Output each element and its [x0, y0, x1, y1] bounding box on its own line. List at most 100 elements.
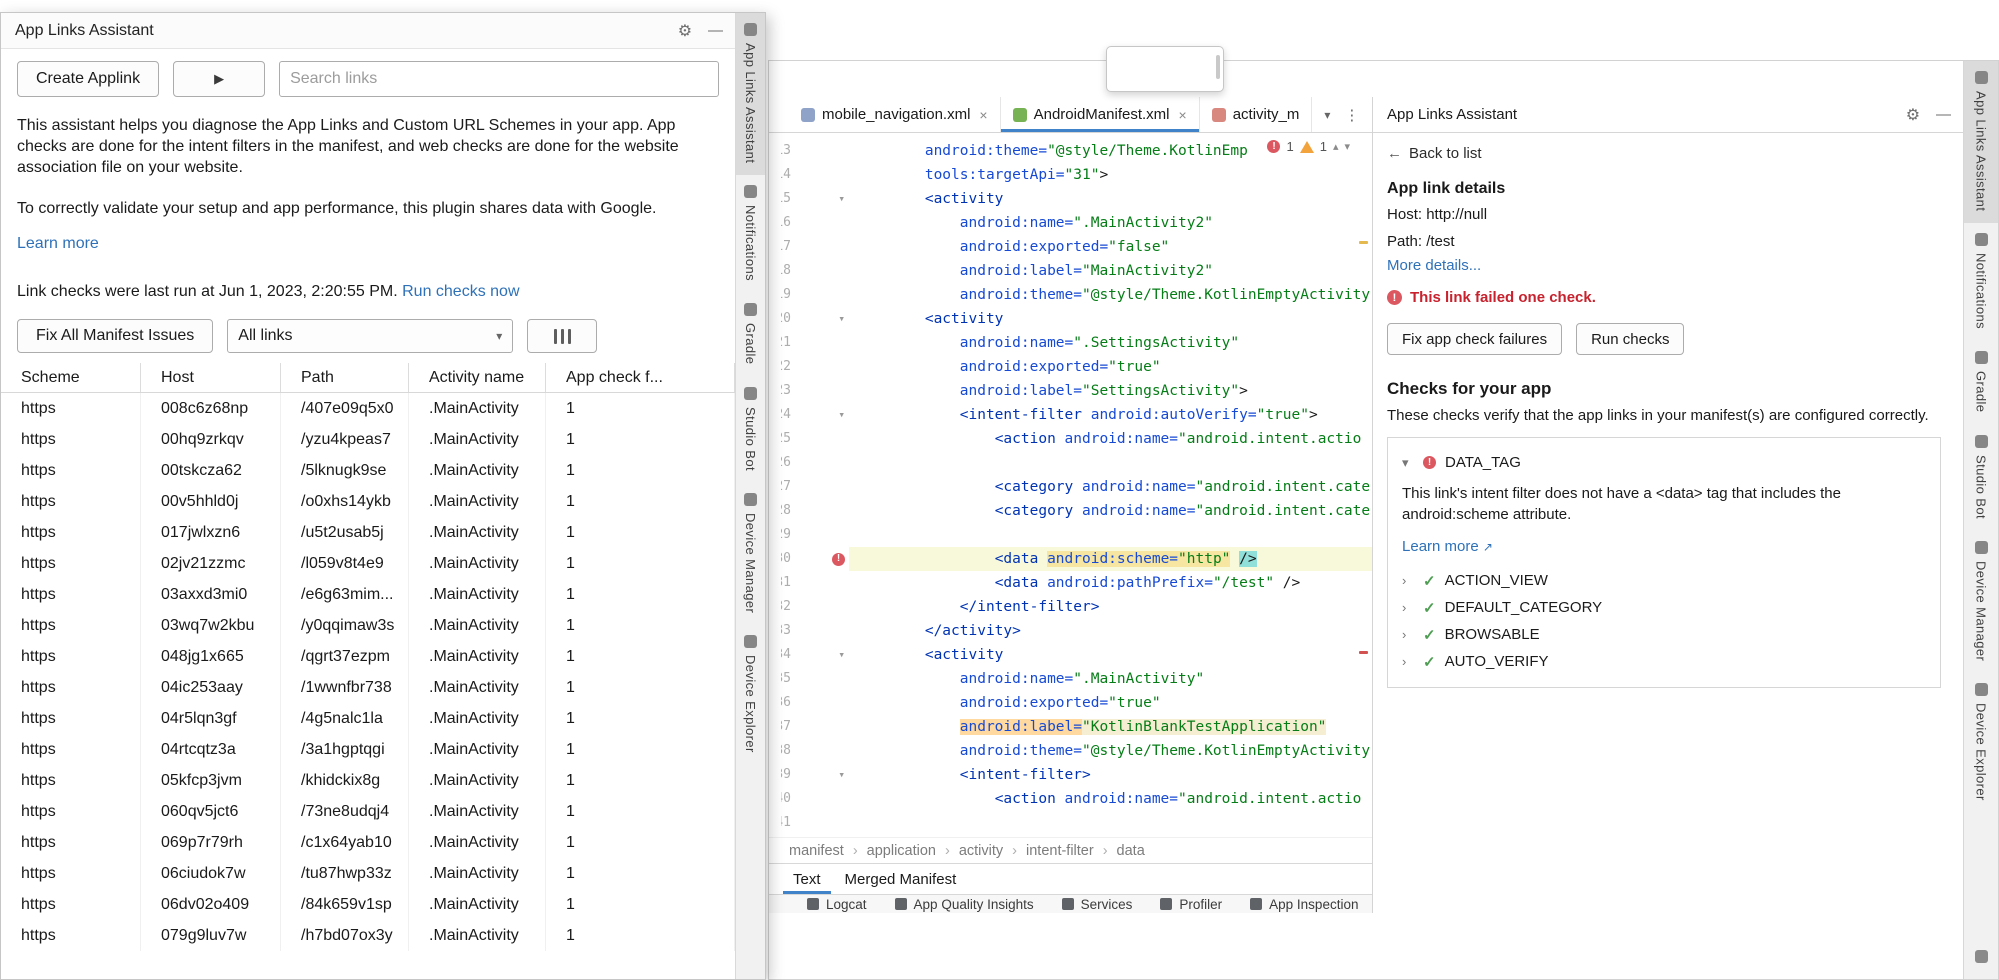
side-tab-studio-bot[interactable]: Studio Bot [1964, 425, 1998, 531]
close-icon[interactable]: × [979, 107, 987, 123]
next-issue-icon[interactable]: ▾ [1344, 140, 1350, 153]
editor-tab-androidmanifest-xml[interactable]: AndroidManifest.xml× [1001, 97, 1200, 132]
fix-app-check-failures-button[interactable]: Fix app check failures [1387, 323, 1562, 355]
close-icon[interactable]: × [1179, 107, 1187, 123]
run-checks-button[interactable]: Run checks [1576, 323, 1684, 355]
table-row[interactable]: https017jwlxzn6/u5t2usab5j.MainActivity1 [1, 517, 735, 548]
side-tab-notifications[interactable]: Notifications [736, 175, 765, 293]
side-tab-studio-bot[interactable]: Studio Bot [736, 377, 765, 483]
column-header[interactable]: Path [281, 363, 409, 392]
side-tab-app-links-assistant[interactable]: App Links Assistant [736, 13, 765, 175]
code-line[interactable]: 14 tools:targetApi="31"> [769, 163, 1372, 187]
gear-icon[interactable]: ⚙ [678, 21, 692, 41]
code-editor[interactable]: 13 android:theme="@style/Theme.KotlinEmp… [769, 133, 1372, 837]
run-button[interactable]: ▶ [173, 61, 265, 97]
breadcrumb-item[interactable]: intent-filter [1026, 843, 1094, 859]
previous-issue-icon[interactable]: ▴ [1333, 140, 1339, 153]
code-line[interactable]: 21 android:name=".SettingsActivity" [769, 331, 1372, 355]
gear-icon[interactable]: ⚙ [1906, 105, 1920, 125]
column-header[interactable]: Host [141, 363, 281, 392]
fold-icon[interactable]: ▾ [838, 403, 845, 427]
code-line[interactable]: 23 android:label="SettingsActivity"> [769, 379, 1372, 403]
links-filter-dropdown[interactable]: All links ▾ [227, 319, 513, 353]
run-checks-now-link[interactable]: Run checks now [402, 283, 519, 300]
table-row[interactable]: https04ic253aay/1wwnfbr738.MainActivity1 [1, 672, 735, 703]
check-auto-verify[interactable]: ›✓AUTO_VERIFY [1402, 648, 1926, 675]
inspections-widget[interactable]: ! 1 1 ▴ ▾ [1261, 137, 1356, 156]
side-tab-app-links-assistant[interactable]: App Links Assistant [1964, 61, 1998, 223]
fold-icon[interactable]: ▾ [838, 187, 845, 211]
table-row[interactable]: https008c6z68np/407e09q5x0.MainActivity1 [1, 393, 735, 424]
table-row[interactable]: https06ciudok7w/tu87hwp33z.MainActivity1 [1, 858, 735, 889]
tool-window-button-services[interactable]: Services [1062, 897, 1133, 912]
fix-all-manifest-issues-button[interactable]: Fix All Manifest Issues [17, 319, 213, 353]
column-header[interactable]: Scheme [1, 363, 141, 392]
code-line[interactable]: 17 android:exported="false" [769, 235, 1372, 259]
code-line[interactable]: 25 <action android:name="android.intent.… [769, 427, 1372, 451]
more-vertical-icon[interactable]: ⋮ [1344, 106, 1359, 124]
fold-icon[interactable]: ▾ [838, 643, 845, 667]
table-row[interactable]: https048jg1x665/qgrt37ezpm.MainActivity1 [1, 641, 735, 672]
code-line[interactable]: 32 </intent-filter> [769, 595, 1372, 619]
code-line[interactable]: 37 android:label="KotlinBlankTestApplica… [769, 715, 1372, 739]
check-data-tag[interactable]: ▾ ! DATA_TAG [1402, 449, 1926, 476]
table-row[interactable]: https03axxd3mi0/e6g63mim....MainActivity… [1, 579, 735, 610]
table-row[interactable]: https00v5hhld0j/o0xhs14ykb.MainActivity1 [1, 486, 735, 517]
code-line[interactable]: 39▾ <intent-filter> [769, 763, 1372, 787]
table-row[interactable]: https069p7r79rh/c1x64yab10.MainActivity1 [1, 827, 735, 858]
code-line[interactable]: 16 android:name=".MainActivity2" [769, 211, 1372, 235]
code-line[interactable]: 38 android:theme="@style/Theme.KotlinEmp… [769, 739, 1372, 763]
code-line[interactable]: 35 android:name=".MainActivity" [769, 667, 1372, 691]
code-line[interactable]: 28 <category android:name="android.inten… [769, 499, 1372, 523]
tab-text[interactable]: Text [783, 864, 831, 894]
table-row[interactable]: https05kfcp3jvm/khidckix8g.MainActivity1 [1, 765, 735, 796]
side-tab-notifications[interactable]: Notifications [1964, 223, 1998, 341]
breadcrumb-item[interactable]: activity [959, 843, 1003, 859]
check-browsable[interactable]: ›✓BROWSABLE [1402, 621, 1926, 648]
tool-window-icon[interactable] [1975, 950, 1988, 963]
column-header[interactable]: App check f... [546, 363, 735, 392]
tool-window-button-logcat[interactable]: Logcat [807, 897, 867, 912]
code-line[interactable]: 33 </activity> [769, 619, 1372, 643]
chevron-down-icon[interactable]: ▾ [1324, 108, 1330, 122]
table-row[interactable]: https06dv02o409/84k659v1sp.MainActivity1 [1, 889, 735, 920]
side-tab-device-explorer[interactable]: Device Explorer [1964, 673, 1998, 813]
tool-window-button-app-inspection[interactable]: App Inspection [1250, 897, 1358, 912]
warning-stripe-mark[interactable] [1359, 241, 1368, 244]
check-default-category[interactable]: ›✓DEFAULT_CATEGORY [1402, 594, 1926, 621]
code-line[interactable]: 31 <data android:pathPrefix="/test" /> [769, 571, 1372, 595]
tool-window-button-app-quality-insights[interactable]: App Quality Insights [895, 897, 1034, 912]
back-to-list-link[interactable]: ← Back to list [1387, 145, 1947, 162]
table-row[interactable]: https00tskcza62/5lknugk9se.MainActivity1 [1, 455, 735, 486]
learn-more-link[interactable]: Learn more ↗ [1402, 538, 1493, 555]
code-line[interactable]: 20▾ <activity [769, 307, 1372, 331]
code-line[interactable]: 15▾ <activity [769, 187, 1372, 211]
code-line[interactable]: 27 <category android:name="android.inten… [769, 475, 1372, 499]
check-action-view[interactable]: ›✓ACTION_VIEW [1402, 567, 1926, 594]
table-row[interactable]: https04r5lqn3gf/4g5nalc1la.MainActivity1 [1, 703, 735, 734]
table-row[interactable]: https079g9luv7w/h7bd07ox3y.MainActivity1 [1, 920, 735, 951]
scrollbar-thumb[interactable] [1216, 55, 1220, 79]
learn-more-link[interactable]: Learn more [17, 235, 719, 253]
minimize-icon[interactable]: — [1936, 106, 1951, 123]
breadcrumb-item[interactable]: manifest [789, 843, 844, 859]
table-row[interactable]: https02jv21zzmc/l059v8t4e9.MainActivity1 [1, 548, 735, 579]
breadcrumb-item[interactable]: data [1117, 843, 1145, 859]
editor-tab-mobile-navigation-xml[interactable]: mobile_navigation.xml× [789, 97, 1001, 132]
code-line[interactable]: 29 [769, 523, 1372, 547]
table-row[interactable]: https04rtcqtz3a/3a1hgptqgi.MainActivity1 [1, 734, 735, 765]
code-line[interactable]: 19 android:theme="@style/Theme.KotlinEmp… [769, 283, 1372, 307]
side-tab-device-explorer[interactable]: Device Explorer [736, 625, 765, 765]
search-links-input[interactable] [279, 61, 719, 97]
error-stripe-mark[interactable] [1359, 651, 1368, 654]
code-line[interactable]: 22 android:exported="true" [769, 355, 1372, 379]
side-tab-gradle[interactable]: Gradle [736, 293, 765, 376]
table-row[interactable]: https060qv5jct6/73ne8udqj4.MainActivity1 [1, 796, 735, 827]
code-line[interactable]: 36 android:exported="true" [769, 691, 1372, 715]
column-settings-button[interactable] [527, 319, 597, 353]
column-header[interactable]: Activity name [409, 363, 546, 392]
code-line[interactable]: 41 [769, 811, 1372, 835]
table-row[interactable]: https03wq7w2kbu/y0qqimaw3s.MainActivity1 [1, 610, 735, 641]
side-tab-device-manager[interactable]: Device Manager [736, 483, 765, 625]
code-line[interactable]: 30! <data android:scheme="http" /> [769, 547, 1372, 571]
